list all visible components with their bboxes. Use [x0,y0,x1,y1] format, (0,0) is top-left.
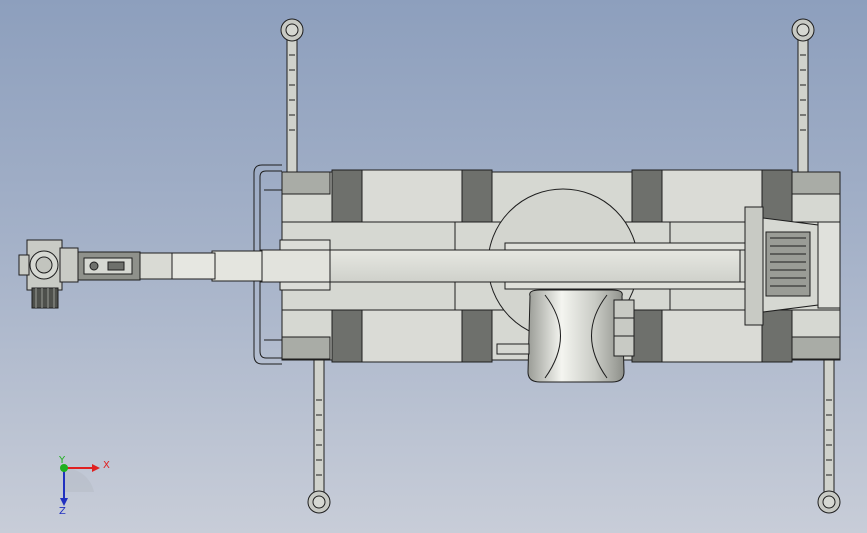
boom-head [18,239,79,309]
track-top-right [631,169,793,223]
step-plate [496,343,530,355]
outrigger-top-left [280,18,304,176]
outrigger-bottom-left [307,357,331,514]
y-axis-label: Y [58,455,66,466]
z-axis-arrow [60,498,68,506]
x-axis-label: X [103,460,110,471]
operator-seat [527,289,635,383]
x-axis-arrow [92,464,100,472]
outrigger-top-right [791,18,815,176]
z-axis-label: Z [59,506,66,517]
crane-top-view: X Y Z [18,18,841,517]
outrigger-bottom-right [817,357,841,514]
track-top-left [331,169,493,223]
cad-viewport[interactable]: X Y Z [0,0,867,533]
track-bottom-left [331,309,493,363]
track-bottom-right [631,309,793,363]
coordinate-triad[interactable]: X Y Z [58,455,110,517]
triad-plane [64,467,94,492]
rear-deck [744,206,841,326]
